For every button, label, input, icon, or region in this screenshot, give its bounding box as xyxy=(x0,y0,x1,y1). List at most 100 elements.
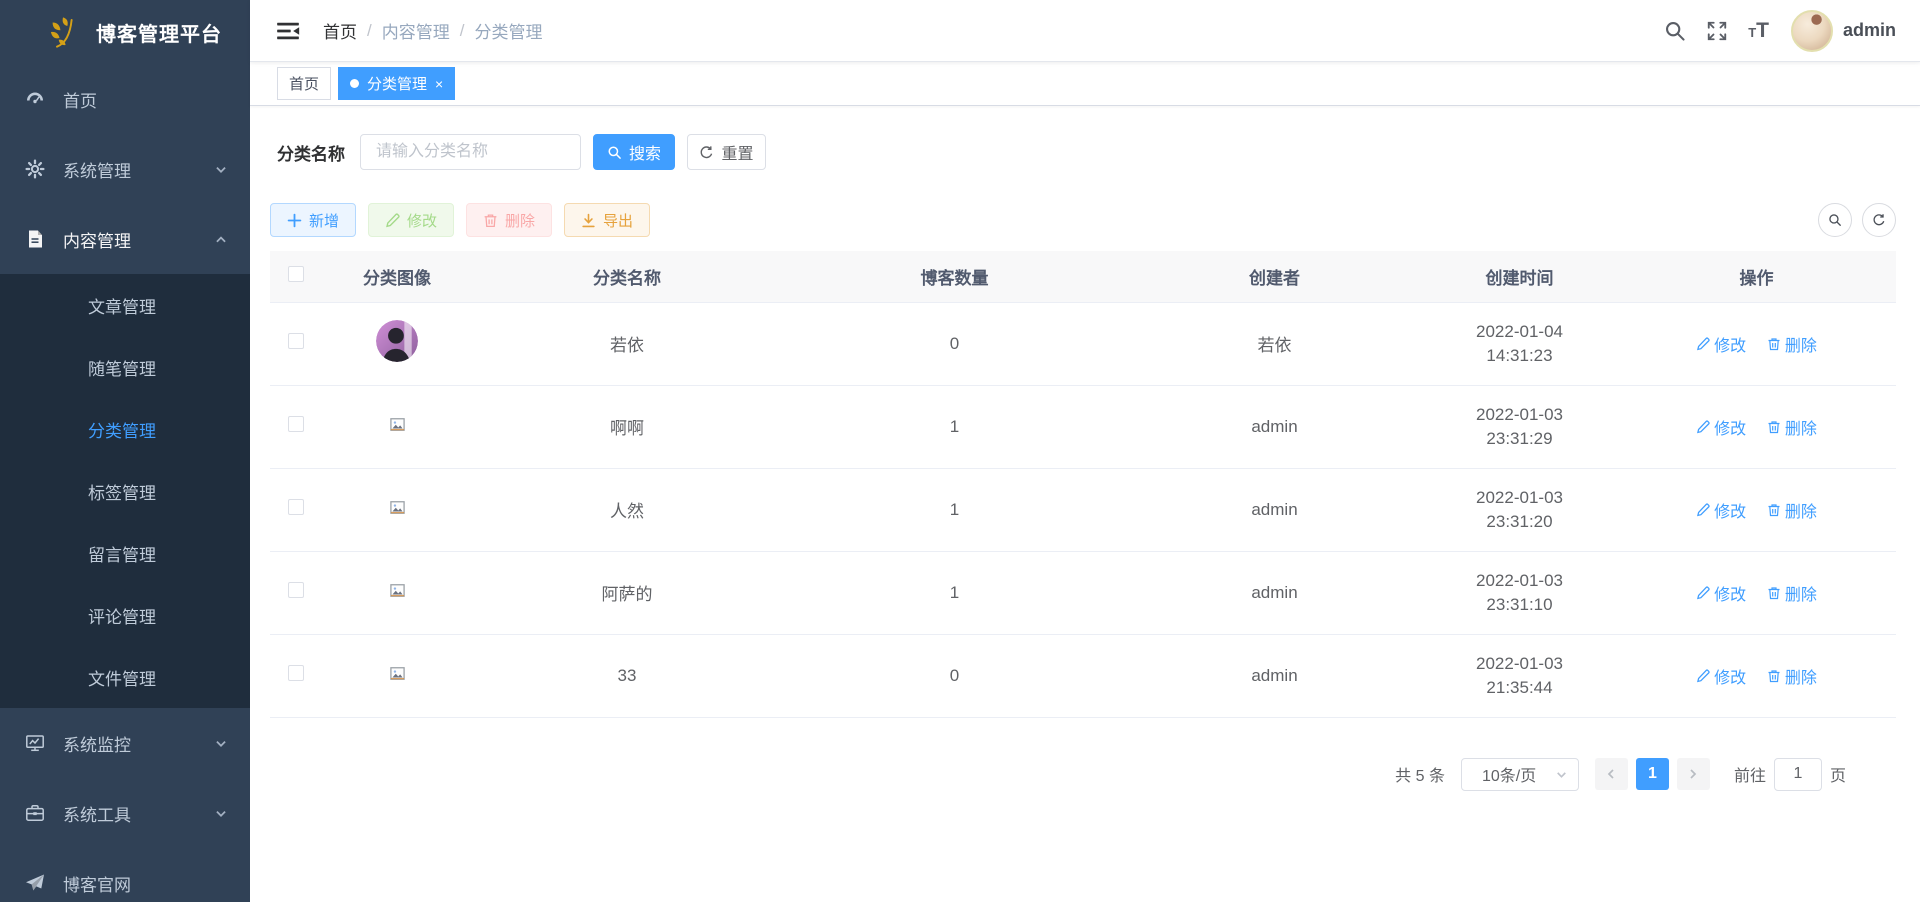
user-avatar[interactable] xyxy=(1791,10,1833,52)
add-button[interactable]: 新增 xyxy=(270,203,356,237)
download-icon xyxy=(581,213,596,228)
row-delete-link[interactable]: 删除 xyxy=(1767,415,1817,439)
trash-icon xyxy=(1767,337,1781,351)
delete-link-label: 删除 xyxy=(1785,415,1817,439)
toggle-search-button[interactable] xyxy=(1818,203,1852,237)
goto-label: 前往 xyxy=(1734,762,1766,786)
edit-button[interactable]: 修改 xyxy=(368,203,454,237)
page-size-value: 10条/页 xyxy=(1482,762,1536,786)
sidebar-item-label: 留言管理 xyxy=(88,541,156,566)
blog-count: 1 xyxy=(782,468,1127,551)
edit-link-label: 修改 xyxy=(1714,415,1746,439)
edit-link-label: 修改 xyxy=(1714,581,1746,605)
sidebar-item-file-management[interactable]: 文件管理 xyxy=(0,646,250,708)
edit-link-label: 修改 xyxy=(1714,498,1746,522)
row-delete-link[interactable]: 删除 xyxy=(1767,332,1817,356)
export-button-label: 导出 xyxy=(603,210,633,231)
search-icon[interactable] xyxy=(1664,20,1686,42)
row-edit-link[interactable]: 修改 xyxy=(1696,498,1746,522)
column-header-image: 分类图像 xyxy=(322,251,472,302)
table-row: 33 0 admin 2022-01-0321:35:44 修改 删除 xyxy=(270,634,1896,717)
broken-image-icon xyxy=(389,582,406,599)
sidebar-item-label: 随笔管理 xyxy=(88,355,156,380)
table-row: 人然 1 admin 2022-01-0323:31:20 修改 删除 xyxy=(270,468,1896,551)
search-button[interactable]: 搜索 xyxy=(593,134,675,170)
row-checkbox[interactable] xyxy=(288,499,304,515)
category-name: 若依 xyxy=(472,302,782,385)
page-number-1[interactable]: 1 xyxy=(1636,758,1669,790)
blog-count: 0 xyxy=(782,634,1127,717)
created-time: 21:35:44 xyxy=(1422,676,1617,700)
sidebar-item-home[interactable]: 首页 xyxy=(0,64,250,134)
sidebar-item-label: 系统监控 xyxy=(63,731,131,756)
sidebar-item-article-management[interactable]: 文章管理 xyxy=(0,274,250,336)
prev-page-button[interactable] xyxy=(1595,758,1628,790)
sidebar-fold-icon[interactable] xyxy=(275,18,301,44)
sidebar-item-label: 内容管理 xyxy=(63,227,131,252)
plus-icon xyxy=(287,213,302,228)
font-size-icon[interactable]: TT xyxy=(1748,19,1769,43)
row-checkbox[interactable] xyxy=(288,582,304,598)
row-checkbox[interactable] xyxy=(288,333,304,349)
close-icon[interactable]: × xyxy=(435,77,443,91)
row-edit-link[interactable]: 修改 xyxy=(1696,332,1746,356)
created-time: 23:31:29 xyxy=(1422,427,1617,451)
table-row: 阿萨的 1 admin 2022-01-0323:31:10 修改 删除 xyxy=(270,551,1896,634)
chevron-down-icon xyxy=(1555,768,1568,781)
edit-button-label: 修改 xyxy=(407,210,437,231)
row-checkbox[interactable] xyxy=(288,416,304,432)
row-edit-link[interactable]: 修改 xyxy=(1696,664,1746,688)
logo[interactable]: 博客管理平台 xyxy=(0,0,250,64)
sidebar-item-label: 文章管理 xyxy=(88,293,156,318)
created-date: 2022-01-03 xyxy=(1422,403,1617,427)
export-button[interactable]: 导出 xyxy=(564,203,650,237)
sidebar-item-message-management[interactable]: 留言管理 xyxy=(0,522,250,584)
next-page-button[interactable] xyxy=(1677,758,1710,790)
tag-category-management[interactable]: 分类管理 × xyxy=(338,67,455,100)
search-icon xyxy=(607,145,622,160)
creator: admin xyxy=(1127,468,1422,551)
sidebar-item-comment-management[interactable]: 评论管理 xyxy=(0,584,250,646)
select-all-checkbox[interactable] xyxy=(288,266,304,282)
category-name-input[interactable] xyxy=(360,134,581,170)
column-header-count: 博客数量 xyxy=(782,251,1127,302)
username-label[interactable]: admin xyxy=(1843,20,1896,41)
chevron-down-icon xyxy=(214,806,228,820)
trash-icon xyxy=(1767,420,1781,434)
category-name: 33 xyxy=(472,634,782,717)
tag-home[interactable]: 首页 xyxy=(277,67,331,100)
fullscreen-icon[interactable] xyxy=(1706,20,1728,42)
pencil-icon xyxy=(1696,337,1710,351)
delete-button[interactable]: 删除 xyxy=(466,203,552,237)
row-delete-link[interactable]: 删除 xyxy=(1767,498,1817,522)
sidebar-item-blog-site[interactable]: 博客官网 xyxy=(0,848,250,902)
row-delete-link[interactable]: 删除 xyxy=(1767,581,1817,605)
sidebar-item-system-management[interactable]: 系统管理 xyxy=(0,134,250,204)
column-header-actions: 操作 xyxy=(1617,251,1896,302)
sidebar-item-system-monitor[interactable]: 系统监控 xyxy=(0,708,250,778)
gear-icon xyxy=(25,159,45,179)
trash-icon xyxy=(483,213,498,228)
sidebar-item-essay-management[interactable]: 随笔管理 xyxy=(0,336,250,398)
row-edit-link[interactable]: 修改 xyxy=(1696,581,1746,605)
dashboard-icon xyxy=(25,89,45,109)
row-checkbox[interactable] xyxy=(288,665,304,681)
sidebar-item-tag-management[interactable]: 标签管理 xyxy=(0,460,250,522)
row-delete-link[interactable]: 删除 xyxy=(1767,664,1817,688)
search-button-label: 搜索 xyxy=(629,140,661,164)
row-edit-link[interactable]: 修改 xyxy=(1696,415,1746,439)
trash-icon xyxy=(1767,503,1781,517)
chevron-down-icon xyxy=(214,736,228,750)
page-unit-label: 页 xyxy=(1830,762,1846,786)
sidebar-item-content-management[interactable]: 内容管理 xyxy=(0,204,250,274)
goto-page-input[interactable] xyxy=(1774,758,1822,791)
breadcrumb-home[interactable]: 首页 xyxy=(323,18,357,43)
created-date: 2022-01-03 xyxy=(1422,486,1617,510)
wheat-logo-icon xyxy=(44,13,82,51)
sidebar-item-system-tools[interactable]: 系统工具 xyxy=(0,778,250,848)
sidebar-item-category-management[interactable]: 分类管理 xyxy=(0,398,250,460)
reset-button[interactable]: 重置 xyxy=(687,134,766,170)
page-size-select[interactable]: 10条/页 xyxy=(1461,758,1579,791)
created-time: 14:31:23 xyxy=(1422,344,1617,368)
refresh-table-button[interactable] xyxy=(1862,203,1896,237)
